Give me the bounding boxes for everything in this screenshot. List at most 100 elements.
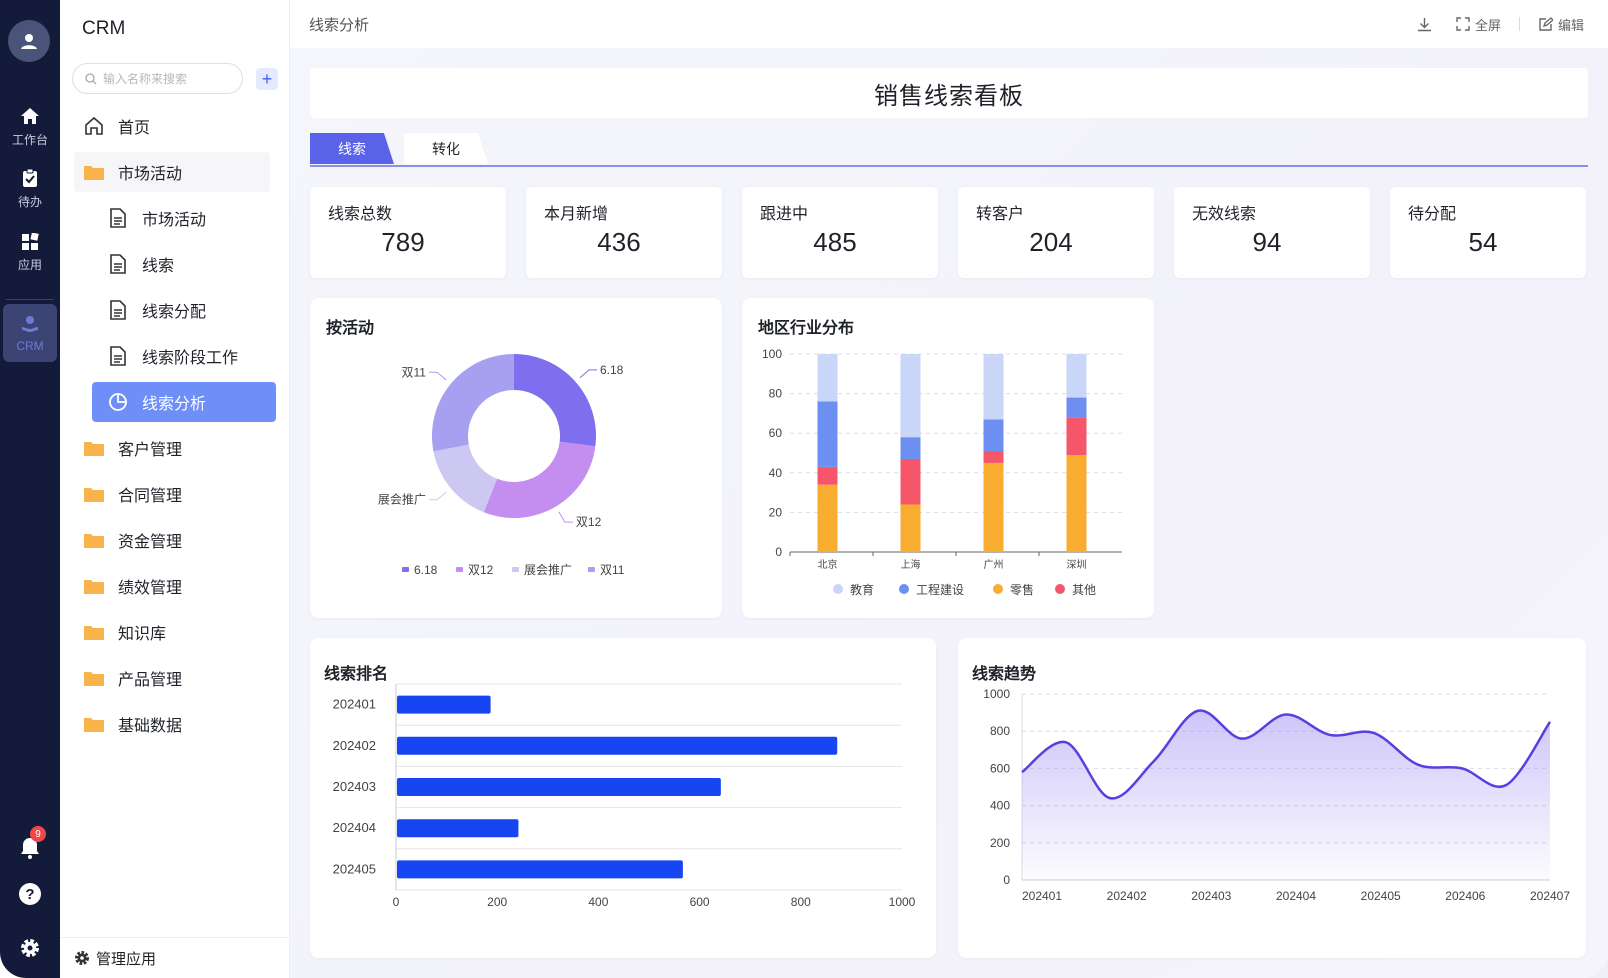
donut-chart: 6.18双12展会推广双116.18 双12 展会推广 双11	[378, 354, 625, 577]
kpi-card-new: 本月新增 436	[526, 187, 722, 278]
y-tick-label: 1000	[983, 687, 1010, 701]
kpi-card-invalid: 无效线索 94	[1174, 187, 1370, 278]
legend-swatch	[899, 584, 909, 594]
stacked-bar-segment	[1066, 417, 1087, 455]
stacked-bar-segment	[1066, 454, 1087, 552]
toolbar-divider	[1518, 17, 1520, 31]
slice-label: 双11	[401, 365, 426, 379]
nav-item-funds[interactable]: 资金管理	[74, 520, 270, 560]
stacked-bar-chart: 0 20 40 60 80 100 北京 上海 广州 深圳教育 工程建设 零售 其他	[762, 347, 1122, 597]
nav-subitem-leads[interactable]: 线索	[104, 244, 276, 284]
nav-subitem-lead-analysis[interactable]: 线索分析	[92, 382, 276, 422]
edit-button[interactable]: 编辑	[1538, 15, 1584, 34]
tab-leads[interactable]: 线索	[310, 133, 394, 164]
nav-item-knowledge[interactable]: 知识库	[74, 612, 270, 652]
x-tick-label: 广州	[984, 559, 1004, 571]
nav-item-contracts[interactable]: 合同管理	[74, 474, 270, 514]
y-tick-label: 0	[775, 545, 782, 559]
stacked-bar-segment	[983, 451, 1004, 463]
area-fill	[1022, 710, 1550, 880]
nav-item-marketing[interactable]: 市场活动	[74, 152, 270, 192]
nav-subitem-lead-stage-work[interactable]: 线索阶段工作	[104, 336, 276, 376]
legend-label: 双11	[600, 563, 625, 577]
manage-apps-button[interactable]: 管理应用	[60, 937, 290, 978]
pie-chart-icon	[106, 390, 130, 414]
kpi-card-total: 线索总数 789	[310, 187, 506, 278]
stacked-bar-segment	[817, 466, 838, 485]
fullscreen-button[interactable]: 全屏	[1456, 15, 1501, 34]
x-tick-label: 202403	[1191, 889, 1231, 903]
legend-swatch	[456, 567, 463, 572]
legend-label: 其他	[1072, 583, 1096, 597]
y-tick-label: 20	[769, 505, 783, 519]
rail-item-workbench[interactable]: 工作台	[3, 98, 57, 156]
search-input[interactable]	[103, 71, 223, 86]
kpi-label: 跟进中	[760, 206, 809, 223]
add-button[interactable]: +	[256, 68, 278, 90]
search-box[interactable]	[72, 63, 243, 94]
dashboard-tabs: 线索 转化	[310, 133, 1588, 167]
x-tick-label: 400	[588, 895, 608, 909]
clipboard-icon	[23, 168, 37, 187]
document-icon	[106, 252, 130, 276]
slice-label: 双12	[576, 515, 602, 529]
rail-item-crm[interactable]: CRM	[3, 304, 57, 362]
kpi-value: 485	[813, 227, 857, 257]
slice-label-line	[579, 369, 598, 379]
y-tick-label: 202405	[333, 861, 376, 876]
x-tick-label: 600	[690, 895, 710, 909]
x-tick-label: 北京	[818, 558, 838, 571]
nav-item-label: 客户管理	[118, 442, 183, 459]
help-button[interactable]: ?	[16, 880, 44, 908]
legend-label: 双12	[468, 563, 494, 577]
y-tick-label: 200	[990, 836, 1010, 850]
x-tick-label: 深圳	[1067, 559, 1087, 571]
rail-item-label: 待办	[17, 195, 42, 209]
download-button[interactable]	[1417, 17, 1432, 32]
y-tick-label: 202403	[333, 779, 376, 794]
nav-item-label: 知识库	[118, 626, 167, 643]
tab-conversion[interactable]: 转化	[404, 133, 488, 164]
kpi-value: 94	[1252, 227, 1282, 257]
y-tick-label: 800	[990, 724, 1010, 738]
kpi-label: 无效线索	[1192, 206, 1257, 223]
slice-label-line	[428, 491, 447, 501]
manage-apps-label: 管理应用	[96, 950, 157, 968]
stacked-bar-segment	[817, 484, 838, 552]
kpi-value: 436	[597, 227, 641, 257]
kpi-value: 54	[1468, 227, 1498, 257]
nav-item-label: 绩效管理	[118, 580, 183, 597]
slice-label-line	[428, 371, 447, 381]
edit-label: 编辑	[1557, 17, 1584, 33]
nav-item-label: 合同管理	[118, 488, 183, 505]
x-tick-label: 202407	[1530, 889, 1570, 903]
nav-item-products[interactable]: 产品管理	[74, 658, 270, 698]
nav-item-home[interactable]: 首页	[80, 106, 276, 146]
settings-button[interactable]	[16, 934, 44, 962]
stacked-bar-segment	[817, 354, 838, 402]
nav-subitem-marketing[interactable]: 市场活动	[104, 198, 276, 238]
rail-item-label: CRM	[16, 338, 44, 353]
nav-item-base-data[interactable]: 基础数据	[74, 704, 270, 744]
horizontal-bar-chart: 0 200 400 600 800 1000 202401 202402 202403 20240…	[333, 683, 916, 909]
y-tick-label: 60	[769, 426, 783, 440]
icon-rail: 工作台 待办 应用 CRM 9 ?	[0, 0, 60, 978]
kpi-label: 线索总数	[328, 206, 393, 223]
bar	[397, 860, 683, 879]
rail-item-apps[interactable]: 应用	[3, 224, 57, 282]
folder-icon	[82, 620, 106, 644]
nav-subitem-lead-assignment[interactable]: 线索分配	[104, 290, 276, 330]
rail-item-todo[interactable]: 待办	[3, 160, 57, 218]
y-tick-label: 80	[769, 387, 783, 401]
help-icon: ?	[19, 883, 41, 905]
notification-button[interactable]: 9	[16, 826, 46, 862]
kpi-card-following: 跟进中 485	[742, 187, 938, 278]
nav-item-customers[interactable]: 客户管理	[74, 428, 270, 468]
user-avatar[interactable]	[8, 20, 50, 62]
nav-item-performance[interactable]: 绩效管理	[74, 566, 270, 606]
stacked-bar-segment	[1066, 354, 1087, 398]
activity-chart-card: 按活动 6.18 双12 展会推广 双11 6.18 双12 展会推广 双11	[310, 298, 722, 618]
svg-text:?: ?	[25, 886, 34, 903]
nav-item-label: 产品管理	[118, 672, 183, 689]
trend-chart-card: 线索趋势 0 200 400 600 800 1000 202401 202402 202403…	[958, 638, 1586, 958]
